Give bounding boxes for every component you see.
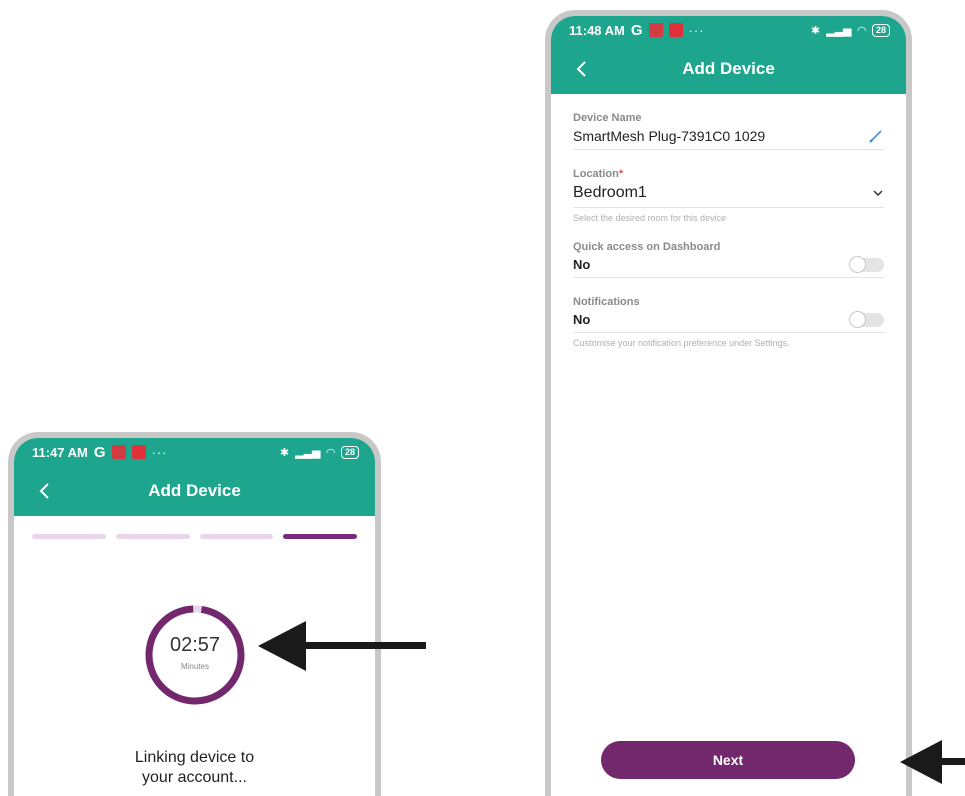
location-select[interactable]: Bedroom1 bbox=[573, 184, 647, 202]
quick-access-field: Quick access on Dashboard No bbox=[573, 241, 884, 278]
quick-access-toggle[interactable] bbox=[849, 255, 884, 273]
bluetooth-icon: ✱ bbox=[279, 446, 290, 459]
status-time: 11:48 AM bbox=[569, 22, 625, 38]
required-marker: * bbox=[618, 168, 624, 180]
progress-steps bbox=[14, 516, 375, 539]
linking-line: your account... bbox=[142, 769, 247, 786]
bluetooth-icon: ✱ bbox=[810, 24, 821, 37]
quick-access-value: No bbox=[573, 257, 591, 272]
linking-status: Linking device to your account... bbox=[14, 748, 375, 788]
notification-icon bbox=[648, 23, 663, 37]
location-label-text: Location bbox=[573, 168, 619, 180]
battery-icon: 28 bbox=[340, 445, 359, 459]
phone-screen-linking: 11:47 AM G ··· ✱ ▂▃▅ ◠ 28 Add Device 02:… bbox=[8, 432, 381, 796]
device-name-input[interactable]: SmartMesh Plug-7391C0 1029 bbox=[573, 128, 765, 144]
back-chevron-icon bbox=[39, 483, 49, 499]
timer-unit: Minutes bbox=[180, 662, 209, 671]
battery-icon: 28 bbox=[871, 23, 890, 37]
notifications-field: Notifications No Customise your notifica… bbox=[573, 296, 884, 348]
signal-icon: ▂▃▅ bbox=[826, 24, 852, 37]
progress-step bbox=[199, 534, 274, 539]
more-notifications-icon: ··· bbox=[688, 22, 705, 38]
status-bar: 11:47 AM G ··· ✱ ▂▃▅ ◠ 28 bbox=[14, 438, 375, 466]
timer-value: 02:57 bbox=[169, 634, 221, 656]
signal-icon: ▂▃▅ bbox=[295, 446, 321, 459]
device-name-label: Device Name bbox=[573, 112, 642, 124]
wifi-icon: ◠ bbox=[857, 24, 866, 37]
notifications-label: Notifications bbox=[573, 296, 640, 308]
location-label: Location* bbox=[573, 168, 884, 180]
device-name-field: Device Name SmartMesh Plug-7391C0 1029 bbox=[573, 112, 884, 150]
progress-step bbox=[283, 534, 357, 539]
status-bar: 11:48 AM G ··· ✱ ▂▃▅ ◠ 28 bbox=[551, 16, 906, 44]
progress-step bbox=[32, 534, 106, 539]
notification-icon bbox=[111, 445, 126, 459]
page-title: Add Device bbox=[682, 59, 775, 78]
wifi-icon: ◠ bbox=[326, 446, 335, 459]
arrow-left-icon bbox=[900, 740, 965, 784]
notification-icon bbox=[131, 445, 146, 459]
back-button[interactable] bbox=[30, 476, 60, 506]
location-helper: Select the desired room for this device bbox=[573, 213, 727, 223]
status-time: 11:47 AM bbox=[32, 444, 88, 460]
notifications-toggle[interactable] bbox=[849, 310, 884, 328]
progress-step bbox=[115, 534, 190, 539]
edit-pencil-icon[interactable] bbox=[868, 128, 884, 144]
app-bar: Add Device bbox=[551, 44, 906, 94]
notifications-helper: Customise your notification preference u… bbox=[573, 338, 790, 348]
google-icon: G bbox=[630, 21, 643, 39]
notification-icon bbox=[668, 23, 683, 37]
google-icon: G bbox=[93, 443, 106, 461]
app-bar: Add Device bbox=[14, 466, 375, 516]
phone-screen-device-details: 11:48 AM G ··· ✱ ▂▃▅ ◠ 28 Add Device Dev… bbox=[545, 10, 912, 796]
next-button[interactable]: Next bbox=[601, 741, 855, 779]
device-form: Device Name SmartMesh Plug-7391C0 1029 L… bbox=[551, 94, 906, 348]
back-chevron-icon bbox=[576, 61, 586, 77]
notifications-value: No bbox=[573, 312, 591, 327]
location-field[interactable]: Location* Bedroom1 Select the desired ro… bbox=[573, 168, 884, 223]
arrow-left-icon bbox=[258, 621, 426, 671]
back-button[interactable] bbox=[567, 54, 597, 84]
toggle-knob bbox=[849, 310, 866, 328]
more-notifications-icon: ··· bbox=[151, 444, 168, 460]
linking-line: Linking device to bbox=[134, 749, 255, 766]
chevron-down-icon[interactable] bbox=[872, 187, 884, 199]
page-title: Add Device bbox=[148, 481, 241, 500]
countdown-timer: 02:57 Minutes bbox=[144, 604, 246, 706]
toggle-knob bbox=[849, 255, 866, 273]
quick-access-label: Quick access on Dashboard bbox=[573, 241, 721, 253]
